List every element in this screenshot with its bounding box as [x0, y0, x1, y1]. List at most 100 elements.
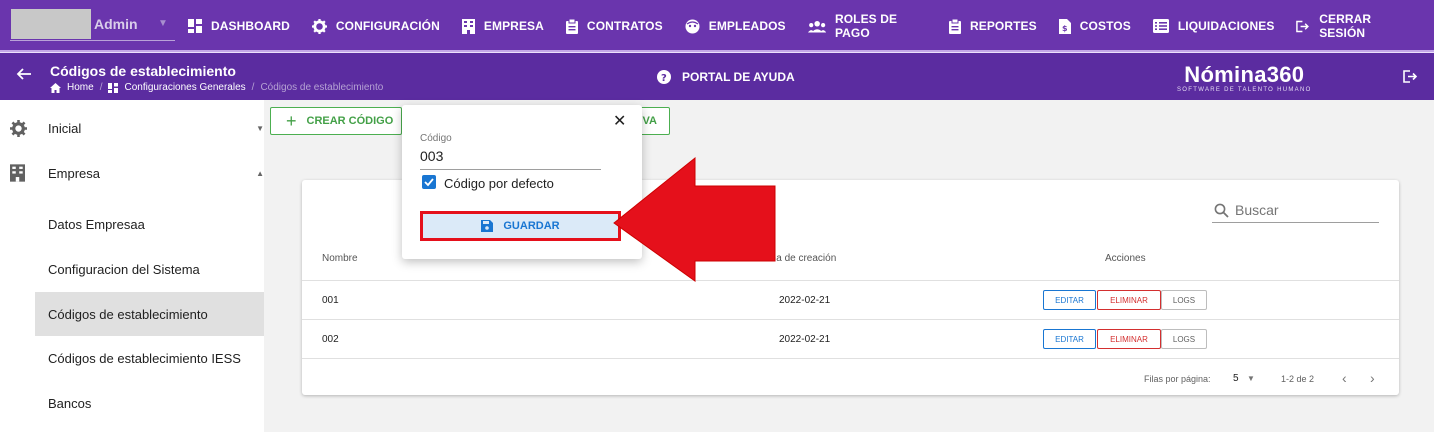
nav-label: EMPRESA	[483, 19, 544, 33]
nav-label: DASHBOARD	[211, 19, 290, 33]
brand-logo: Nómina360 SOFTWARE DE TALENTO HUMANO	[1177, 62, 1312, 93]
rows-per-page-select[interactable]: 5	[1233, 373, 1239, 384]
building-icon	[10, 164, 25, 182]
page-header: Códigos de establecimiento Home / Config…	[0, 53, 1434, 100]
nav-contratos[interactable]: CONTRATOS	[565, 18, 663, 34]
nav-label: COSTOS	[1079, 19, 1131, 33]
sidebar-item-empresa[interactable]: Empresa ▲	[0, 151, 264, 195]
nav-reportes[interactable]: REPORTES	[948, 18, 1037, 34]
sidebar-item-inicial[interactable]: Inicial ▼	[0, 106, 264, 150]
nav-label: CONTRATOS	[586, 19, 663, 33]
plus-icon: +	[286, 111, 297, 131]
nav-empleados[interactable]: EMPLEADOS	[685, 19, 786, 34]
nav-liquidaciones[interactable]: LIQUIDACIONES	[1152, 19, 1275, 33]
nav-label: LIQUIDACIONES	[1177, 19, 1275, 33]
breadcrumb-home[interactable]: Home	[67, 82, 94, 93]
default-code-checkbox[interactable]	[422, 175, 436, 189]
save-button[interactable]: GUARDAR	[420, 211, 621, 241]
home-icon	[50, 82, 61, 93]
dashboard-icon	[108, 82, 119, 93]
sidebar-item-configuracion-sistema[interactable]: Configuracion del Sistema	[0, 247, 264, 291]
chevron-right-icon[interactable]: ›	[1370, 370, 1375, 386]
nav-label: EMPLEADOS	[708, 19, 786, 33]
delete-button[interactable]: ELIMINAR	[1097, 290, 1161, 310]
edit-button[interactable]: EDITAR	[1043, 290, 1096, 310]
check-icon	[424, 178, 434, 187]
sidebar-item-label: Empresa	[48, 165, 101, 181]
secondary-action-label: VA	[642, 115, 657, 127]
search-input[interactable]: Buscar	[1235, 202, 1279, 218]
cell-date: 2022-02-21	[779, 295, 831, 306]
create-code-button[interactable]: + CREAR CÓDIGO	[270, 107, 402, 135]
code-input[interactable]: 003	[420, 148, 601, 170]
save-icon	[481, 220, 494, 232]
avatar	[11, 9, 91, 39]
logs-button[interactable]: LOGS	[1161, 329, 1207, 349]
cell-date: 2022-02-21	[779, 334, 831, 345]
sidebar-item-datos-empresa[interactable]: Datos Empresaa	[0, 202, 264, 246]
list-icon	[1152, 19, 1169, 33]
nav-label: ROLES DE PAGO	[834, 12, 898, 40]
sidebar-item-bancos[interactable]: Bancos	[0, 381, 264, 425]
table-row: 001 2022-02-21 EDITAR ELIMINAR LOGS	[302, 280, 1399, 319]
close-icon[interactable]: ✕	[613, 111, 626, 131]
people-icon	[807, 20, 826, 32]
chevron-down-icon: ▼	[158, 18, 168, 29]
default-code-label: Código por defecto	[444, 176, 554, 191]
svg-text:$: $	[1062, 24, 1068, 33]
sidebar-item-label: Códigos de establecimiento IESS	[48, 350, 241, 366]
back-arrow-icon[interactable]	[16, 66, 32, 82]
save-label: GUARDAR	[503, 220, 560, 232]
main-nav: DASHBOARD CONFIGURACIÓN EMPRESA CONTRATO…	[188, 0, 1434, 52]
create-code-label: CREAR CÓDIGO	[306, 115, 394, 127]
chevron-up-icon: ▲	[256, 168, 264, 178]
nav-cerrar-sesion[interactable]: CERRAR SESIÓN	[1296, 12, 1412, 40]
table-row: 002 2022-02-21 EDITAR ELIMINAR LOGS	[302, 319, 1399, 358]
nav-roles-de-pago[interactable]: ROLES DE PAGO	[807, 12, 927, 40]
sidebar-item-label: Datos Empresaa	[48, 216, 145, 232]
nav-empresa[interactable]: EMPRESA	[461, 18, 544, 34]
column-header-actions: Acciones	[1105, 253, 1146, 264]
rows-per-page-label: Filas por página:	[1144, 374, 1211, 384]
help-portal-link[interactable]: ? PORTAL DE AYUDA	[657, 70, 795, 84]
chevron-down-icon[interactable]: ▼	[1247, 374, 1255, 383]
brand-tagline: SOFTWARE DE TALENTO HUMANO	[1177, 87, 1312, 93]
edit-button[interactable]: EDITAR	[1043, 329, 1096, 349]
breadcrumb-current: Códigos de establecimiento	[260, 82, 384, 93]
clipboard-icon	[948, 18, 961, 34]
brand-name: Nómina360	[1184, 62, 1305, 87]
logout-icon	[1296, 20, 1310, 32]
logout-icon[interactable]	[1403, 70, 1418, 83]
search-icon	[1214, 203, 1229, 218]
sidebar-item-codigos-establecimiento[interactable]: Códigos de establecimiento	[35, 292, 264, 336]
gear-icon	[10, 119, 27, 137]
logs-button[interactable]: LOGS	[1161, 290, 1207, 310]
top-navbar: Admin ▼ DASHBOARD CONFIGURACIÓN EMPRESA …	[0, 0, 1434, 53]
annotation-arrow	[613, 156, 776, 282]
nav-label: REPORTES	[969, 19, 1037, 33]
breadcrumb: Home / Configuraciones Generales / Códig…	[50, 82, 383, 93]
user-name: Admin	[94, 16, 138, 32]
user-menu[interactable]: Admin ▼	[10, 9, 175, 41]
face-icon	[685, 19, 700, 33]
sidebar-item-codigos-iess[interactable]: Códigos de establecimiento IESS	[0, 336, 264, 380]
chevron-down-icon: ▼	[256, 123, 264, 133]
nav-costos[interactable]: $ COSTOS	[1058, 18, 1131, 34]
column-header-name[interactable]: Nombre	[322, 253, 358, 264]
create-code-popup: ✕ Código 003 Código por defecto GUARDAR	[402, 105, 642, 259]
nav-dashboard[interactable]: DASHBOARD	[188, 19, 290, 33]
page-title: Códigos de establecimiento	[50, 63, 236, 79]
sidebar-item-label: Inicial	[48, 120, 82, 136]
delete-button[interactable]: ELIMINAR	[1097, 329, 1161, 349]
sidebar: Inicial ▼ Empresa ▲ Datos Empresaa Confi…	[0, 100, 264, 432]
search-field[interactable]: Buscar	[1212, 198, 1379, 223]
chevron-left-icon[interactable]: ‹	[1342, 370, 1347, 386]
sidebar-item-label: Configuracion del Sistema	[48, 261, 200, 277]
help-label: PORTAL DE AYUDA	[682, 70, 795, 84]
building-icon	[461, 18, 475, 34]
nav-configuracion[interactable]: CONFIGURACIÓN	[311, 18, 440, 34]
svg-text:?: ?	[661, 73, 667, 84]
breadcrumb-config[interactable]: Configuraciones Generales	[124, 82, 245, 93]
gear-icon	[311, 18, 327, 34]
cell-name: 002	[322, 334, 339, 345]
